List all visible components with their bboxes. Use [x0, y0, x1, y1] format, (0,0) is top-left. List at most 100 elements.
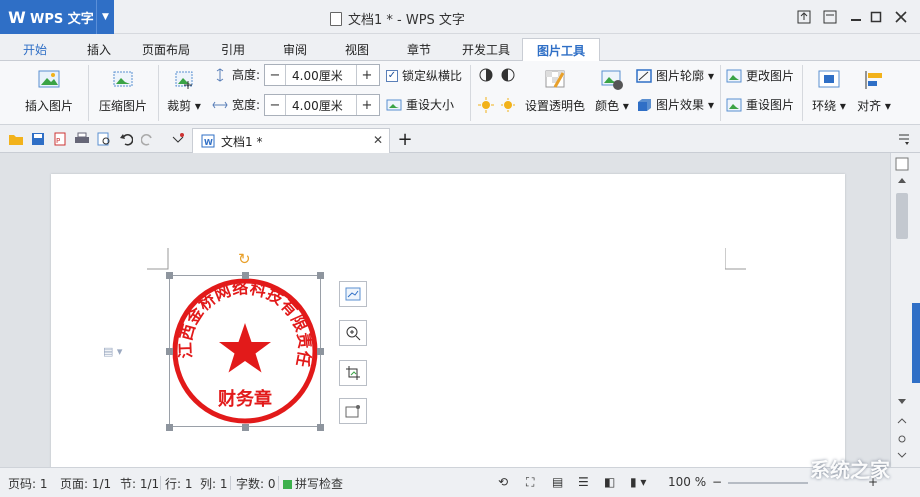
- insert-picture-icon: [38, 70, 60, 88]
- close-tab-icon[interactable]: ✕: [373, 133, 383, 147]
- tab-page-layout[interactable]: 页面布局: [136, 38, 196, 61]
- scroll-up-icon[interactable]: [896, 175, 908, 185]
- tab-section[interactable]: 章节: [398, 38, 440, 61]
- scroll-top-icon[interactable]: [895, 157, 909, 171]
- resize-handle-bottom[interactable]: [242, 424, 249, 431]
- new-tab-icon[interactable]: +: [397, 129, 413, 150]
- contrast-down-icon[interactable]: [500, 67, 516, 83]
- print-icon[interactable]: [74, 131, 90, 147]
- customize-toolbar-icon[interactable]: [170, 131, 186, 147]
- scrollbar-thumb[interactable]: [896, 193, 908, 239]
- quick-access-bar: P W 文档1 * ✕ +: [0, 125, 920, 153]
- lock-ratio-label: 锁定纵横比: [402, 69, 463, 83]
- save-icon[interactable]: [30, 131, 46, 147]
- tab-picture-tools[interactable]: 图片工具: [522, 38, 600, 61]
- align-button[interactable]: 对齐 ▾: [856, 67, 892, 114]
- resize-handle-left[interactable]: [166, 348, 173, 355]
- side-panel-handle[interactable]: [912, 303, 920, 383]
- lock-ratio-checkbox[interactable]: ✓ 锁定纵横比: [386, 67, 462, 84]
- paragraph-anchor-icon[interactable]: ▤ ▾: [103, 345, 122, 358]
- tab-developer[interactable]: 开发工具: [455, 38, 517, 61]
- tab-start[interactable]: 开始: [14, 38, 56, 61]
- tab-review[interactable]: 审阅: [274, 38, 316, 61]
- prev-page-icon[interactable]: [896, 415, 908, 427]
- resize-handle-top-right[interactable]: [317, 272, 324, 279]
- document-tab[interactable]: W 文档1 * ✕: [192, 128, 390, 153]
- wrap-button[interactable]: 环绕 ▾: [808, 67, 850, 114]
- resize-handle-top-left[interactable]: [166, 272, 173, 279]
- zoom-level[interactable]: 100 %: [668, 475, 706, 489]
- upload-icon[interactable]: [791, 6, 817, 28]
- vertical-scrollbar[interactable]: [890, 153, 920, 467]
- tab-references[interactable]: 引用: [212, 38, 254, 61]
- resize-handle-top[interactable]: [242, 272, 249, 279]
- margin-corner-top-right: [725, 248, 746, 270]
- picture-border-button[interactable]: [339, 398, 367, 424]
- status-word-count[interactable]: 字数: 0: [236, 475, 276, 492]
- compress-picture-button[interactable]: 压缩图片: [96, 67, 150, 114]
- layout-options-icon: [345, 287, 361, 301]
- crop-picture-button[interactable]: [339, 360, 367, 386]
- change-picture-label: 更改图片: [746, 69, 795, 83]
- history-icon[interactable]: ⟲: [498, 475, 508, 489]
- height-increment-button[interactable]: +: [357, 65, 377, 85]
- reset-picture-button[interactable]: 重设图片: [726, 96, 794, 113]
- print-preview-icon[interactable]: [96, 131, 112, 147]
- minimize-icon[interactable]: [846, 6, 866, 28]
- contrast-up-icon[interactable]: [478, 67, 494, 83]
- redo-icon[interactable]: [140, 131, 156, 147]
- selected-picture[interactable]: 江西金桥网络科技有限责任公司 财务章: [162, 261, 321, 427]
- height-input[interactable]: 4.00厘米: [285, 65, 357, 85]
- checkmark-icon: ✓: [386, 69, 398, 82]
- contrast-group: [478, 67, 516, 83]
- outline-view-icon[interactable]: ☰: [578, 475, 589, 489]
- status-row: 行: 1: [165, 477, 193, 491]
- width-increment-button[interactable]: +: [357, 95, 377, 115]
- change-picture-button[interactable]: 更改图片: [726, 67, 794, 84]
- ribbon: 插入图片 压缩图片 裁剪 ▾ 高度: − 4.00厘米 + 宽度: − 4.00…: [0, 61, 920, 125]
- spell-check-toggle[interactable]: 拼写检查: [283, 475, 343, 492]
- layout-options-button[interactable]: [339, 281, 367, 307]
- resize-handle-right[interactable]: [317, 348, 324, 355]
- open-icon[interactable]: [8, 131, 24, 147]
- insert-picture-button[interactable]: 插入图片: [16, 67, 82, 114]
- picture-border-icon: [345, 405, 360, 418]
- reading-view-icon[interactable]: ▮ ▾: [630, 475, 646, 489]
- width-spinner[interactable]: − 4.00厘米 +: [264, 94, 380, 116]
- picture-outline-icon: [636, 68, 652, 83]
- resize-handle-bottom-right[interactable]: [317, 424, 324, 431]
- watermark-text: 系统之家: [810, 458, 890, 482]
- set-transparent-button[interactable]: 设置透明色: [522, 67, 588, 114]
- zoom-in-icon: [346, 326, 361, 341]
- crop-button[interactable]: 裁剪 ▾: [164, 67, 204, 114]
- tab-insert[interactable]: 插入: [78, 38, 120, 61]
- page-view-icon[interactable]: ▤: [552, 475, 563, 489]
- width-input[interactable]: 4.00厘米: [285, 95, 357, 115]
- tab-view[interactable]: 视图: [336, 38, 378, 61]
- color-button[interactable]: 颜色 ▾: [594, 67, 630, 114]
- export-pdf-icon[interactable]: P: [52, 131, 68, 147]
- wps-app-menu-button[interactable]: W WPS 文字 ▼: [0, 0, 114, 34]
- picture-effect-button[interactable]: 图片效果 ▾: [636, 96, 714, 113]
- width-decrement-button[interactable]: −: [265, 95, 285, 115]
- close-icon[interactable]: [890, 6, 912, 28]
- full-screen-icon[interactable]: ⛶: [526, 475, 534, 490]
- rotate-handle-icon[interactable]: ↻: [238, 251, 254, 267]
- brightness-up-icon[interactable]: [478, 97, 494, 113]
- reset-size-button[interactable]: 重设大小: [386, 96, 454, 113]
- undo-icon[interactable]: [118, 131, 134, 147]
- height-decrement-button[interactable]: −: [265, 65, 285, 85]
- app-menu-dropdown-icon[interactable]: ▼: [96, 0, 114, 34]
- scroll-down-icon[interactable]: [896, 397, 908, 407]
- maximize-icon[interactable]: [866, 6, 886, 28]
- zoom-picture-button[interactable]: [339, 320, 367, 346]
- skin-icon[interactable]: [820, 6, 840, 28]
- picture-outline-button[interactable]: 图片轮廓 ▾: [636, 67, 714, 84]
- height-label-group: 高度:: [212, 66, 260, 83]
- resize-handle-bottom-left[interactable]: [166, 424, 173, 431]
- panel-menu-icon[interactable]: [896, 131, 912, 147]
- zoom-out-icon[interactable]: −: [712, 475, 722, 489]
- brightness-down-icon[interactable]: [500, 97, 516, 113]
- web-view-icon[interactable]: ◧: [604, 475, 615, 489]
- height-spinner[interactable]: − 4.00厘米 +: [264, 64, 380, 86]
